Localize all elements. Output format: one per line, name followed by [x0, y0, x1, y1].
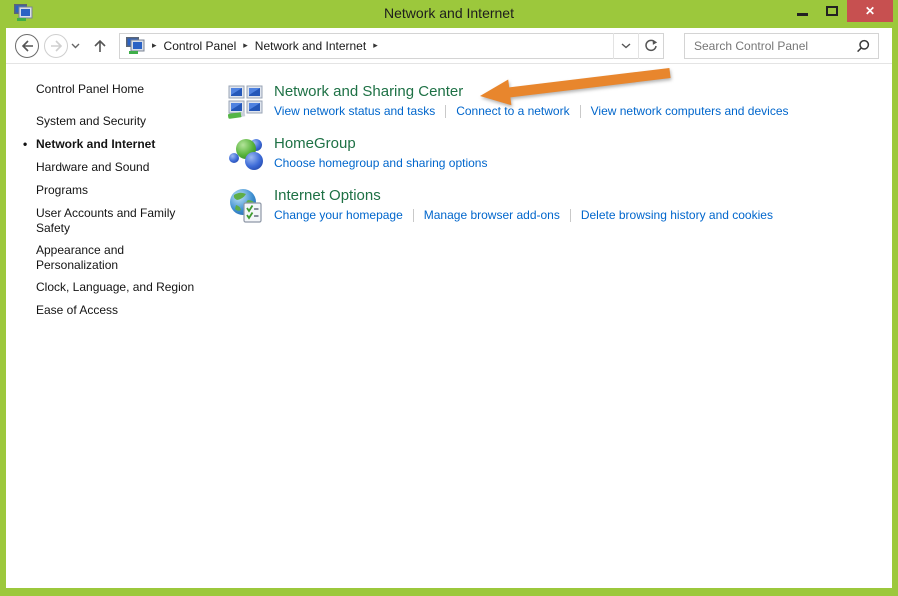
maximize-button[interactable] [817, 0, 847, 22]
address-dropdown-button[interactable] [613, 33, 638, 59]
maximize-icon [826, 6, 838, 16]
section-title-homegroup[interactable]: HomeGroup [274, 134, 487, 153]
sidebar-item-hardware-and-sound[interactable]: Hardware and Sound [36, 160, 206, 175]
link-view-network-computers[interactable]: View network computers and devices [591, 104, 789, 119]
back-arrow-icon [20, 39, 35, 53]
link-separator [570, 209, 571, 222]
address-bar[interactable]: ▸ Control Panel ▸ Network and Internet ▸ [119, 33, 664, 59]
close-icon: ✕ [865, 4, 875, 18]
link-change-homepage[interactable]: Change your homepage [274, 208, 403, 223]
link-separator [413, 209, 414, 222]
sidebar-item-user-accounts[interactable]: User Accounts and Family Safety [36, 206, 206, 236]
sidebar: Control Panel Home System and Security N… [36, 82, 206, 326]
breadcrumb-network-and-internet[interactable]: Network and Internet [255, 39, 366, 53]
internet-options-icon[interactable] [228, 188, 264, 224]
toolbar: ▸ Control Panel ▸ Network and Internet ▸ [6, 28, 892, 64]
titlebar: Network and Internet ✕ [0, 0, 898, 28]
minimize-button[interactable] [787, 0, 817, 22]
sidebar-item-control-panel-home[interactable]: Control Panel Home [36, 82, 206, 97]
link-manage-browser-addons[interactable]: Manage browser add-ons [424, 208, 560, 223]
close-button[interactable]: ✕ [847, 0, 893, 22]
link-separator [580, 105, 581, 118]
forward-arrow-icon [49, 39, 64, 53]
link-connect-to-network[interactable]: Connect to a network [456, 104, 569, 119]
sidebar-item-ease-of-access[interactable]: Ease of Access [36, 303, 206, 318]
minimize-icon [797, 13, 808, 16]
breadcrumb-control-panel[interactable]: Control Panel [164, 39, 237, 53]
section-network-sharing-center: Network and Sharing Center View network … [228, 82, 789, 120]
forward-button[interactable] [44, 34, 68, 58]
search-input[interactable] [685, 39, 856, 53]
search-box [684, 33, 879, 59]
network-sharing-center-icon[interactable] [228, 84, 264, 120]
section-title-internet-options[interactable]: Internet Options [274, 186, 773, 205]
chevron-down-icon [621, 43, 631, 49]
link-view-network-status[interactable]: View network status and tasks [274, 104, 435, 119]
section-internet-options: Internet Options Change your homepage Ma… [228, 186, 789, 224]
category-list: Network and Sharing Center View network … [228, 82, 789, 238]
sidebar-item-system-and-security[interactable]: System and Security [36, 114, 206, 129]
chevron-down-icon [71, 43, 80, 49]
sidebar-item-appearance[interactable]: Appearance and Personalization [36, 243, 206, 273]
link-choose-homegroup-options[interactable]: Choose homegroup and sharing options [274, 156, 487, 171]
link-separator [445, 105, 446, 118]
section-title-network-sharing-center[interactable]: Network and Sharing Center [274, 82, 789, 101]
breadcrumb-separator-icon: ▸ [145, 40, 164, 51]
refresh-button[interactable] [638, 33, 663, 59]
search-icon[interactable] [856, 39, 870, 53]
section-homegroup: HomeGroup Choose homegroup and sharing o… [228, 134, 789, 172]
window-title: Network and Internet [0, 5, 898, 21]
refresh-icon [644, 39, 658, 53]
recent-pages-dropdown[interactable] [71, 43, 80, 49]
link-delete-browsing-history[interactable]: Delete browsing history and cookies [581, 208, 773, 223]
sidebar-item-network-and-internet[interactable]: Network and Internet [36, 137, 206, 152]
homegroup-icon[interactable] [228, 136, 264, 172]
back-button[interactable] [15, 34, 39, 58]
up-button[interactable] [90, 38, 110, 54]
sidebar-item-clock-language-region[interactable]: Clock, Language, and Region [36, 280, 206, 295]
control-panel-window: Network and Internet ✕ [0, 0, 898, 596]
control-panel-icon [125, 37, 145, 55]
breadcrumb-separator-icon: ▸ [236, 40, 255, 51]
up-arrow-icon [92, 38, 108, 54]
breadcrumb-separator-icon: ▸ [366, 40, 385, 51]
sidebar-item-programs[interactable]: Programs [36, 183, 206, 198]
content-area: Control Panel Home System and Security N… [6, 64, 892, 588]
